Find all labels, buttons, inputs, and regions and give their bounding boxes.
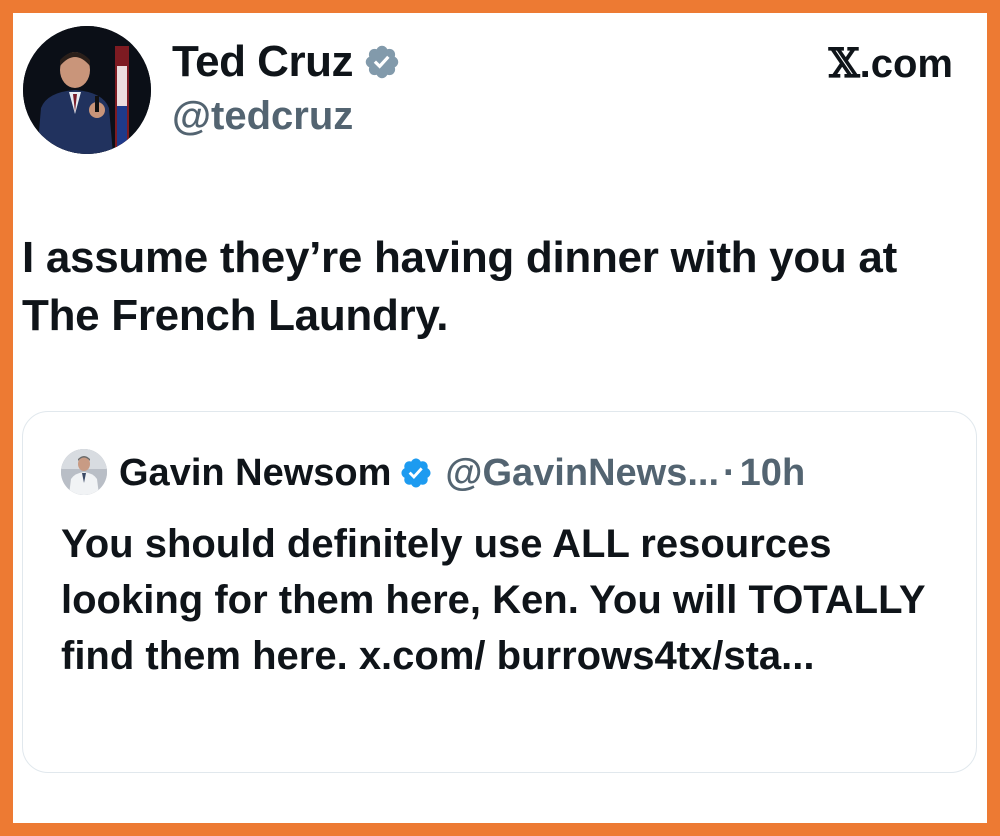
profile-photo-icon [23,26,151,154]
author-handle[interactable]: @tedcruz [172,92,353,140]
tweet-text: I assume they’re having dinner with you … [22,233,897,340]
author-avatar[interactable] [23,26,151,154]
profile-photo-icon [61,449,107,495]
author-name[interactable]: Ted Cruz [172,36,353,88]
quoted-author-handle[interactable]: @GavinNews... [445,450,719,496]
quoted-author-avatar[interactable] [61,449,107,495]
site-label: 𝕏.com [828,40,953,87]
x-logo-icon: 𝕏 [828,40,860,87]
quoted-author-name[interactable]: Gavin Newsom [119,450,391,496]
separator-dot: · [723,452,736,494]
site-domain: .com [859,42,953,86]
quoted-tweet-text: You should definitely use ALL resources … [61,522,925,678]
quoted-tweet-timestamp[interactable]: 10h [740,450,805,496]
verified-badge-icon [363,43,401,81]
quoted-tweet-header: Gavin Newsom @GavinNews... · 10h [119,450,805,496]
quoted-tweet-card[interactable]: Gavin Newsom @GavinNews... · 10h You sho… [22,411,977,773]
author-name-row: Ted Cruz [172,36,401,88]
verified-badge-icon [399,456,433,490]
